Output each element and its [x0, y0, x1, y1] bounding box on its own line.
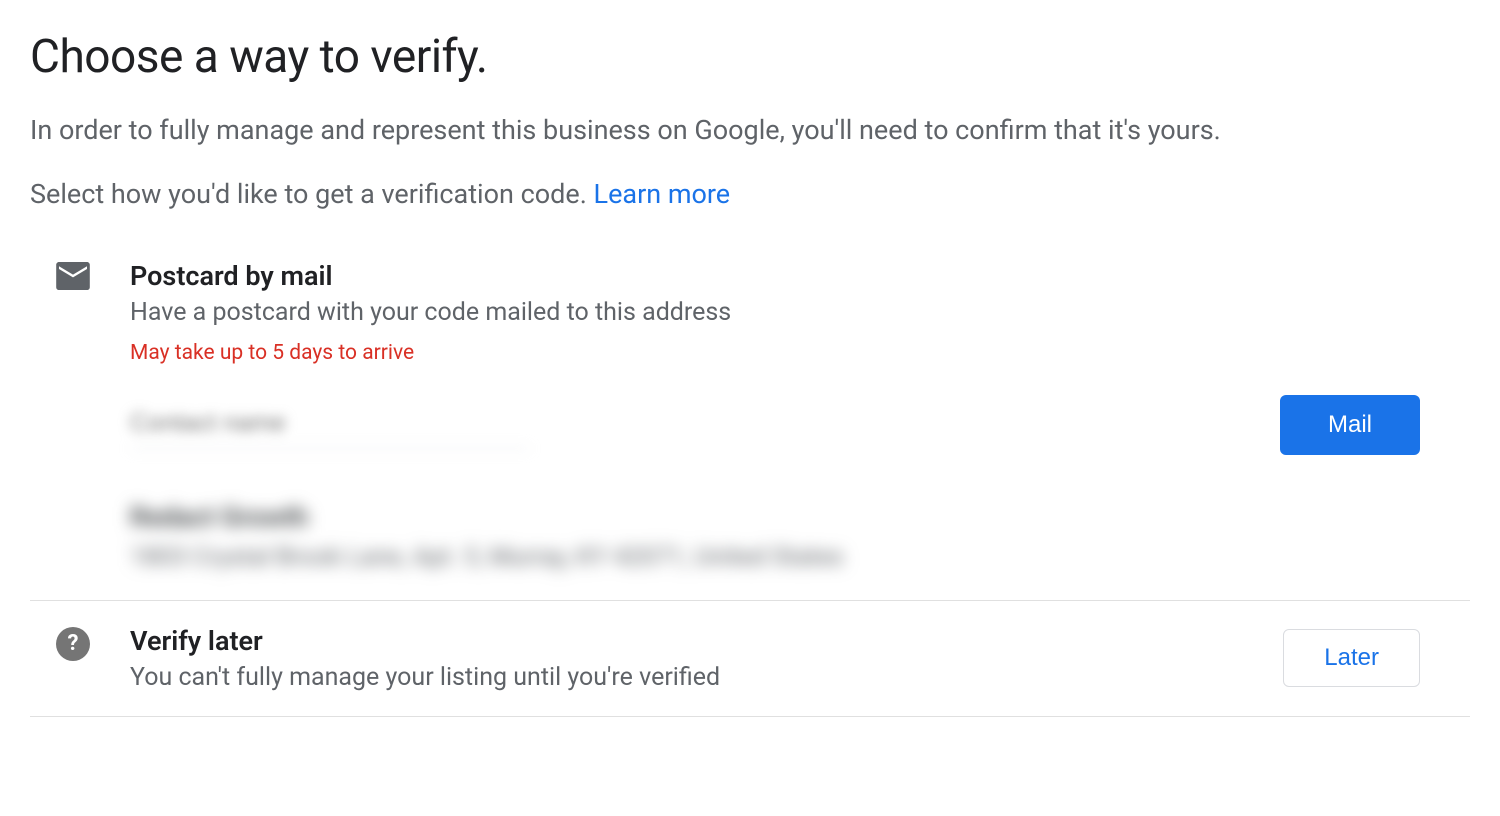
- later-description: You can't fully manage your listing unti…: [130, 663, 1283, 692]
- postcard-option: Postcard by mail Have a postcard with yo…: [30, 260, 1470, 600]
- mail-button[interactable]: Mail: [1280, 395, 1420, 455]
- mail-icon-col: [56, 260, 104, 294]
- learn-more-link[interactable]: Learn more: [594, 178, 731, 210]
- postcard-warning: May take up to 5 days to arrive: [130, 341, 1470, 365]
- postcard-content: Postcard by mail Have a postcard with yo…: [104, 260, 1470, 600]
- divider-bottom: [30, 716, 1470, 717]
- verify-later-option: ? Verify later You can't fully manage yo…: [30, 601, 1470, 716]
- help-icon-col: ?: [56, 625, 104, 661]
- postcard-title: Postcard by mail: [130, 260, 1470, 292]
- later-title: Verify later: [130, 625, 1283, 657]
- contact-name-input[interactable]: [130, 401, 530, 449]
- later-content: Verify later You can't fully manage your…: [104, 625, 1283, 692]
- help-icon: ?: [56, 627, 90, 661]
- instruction-text: Select how you'd like to get a verificat…: [30, 178, 594, 210]
- later-button[interactable]: Later: [1283, 629, 1420, 687]
- postcard-description: Have a postcard with your code mailed to…: [130, 298, 1470, 327]
- postcard-input-row: Mail: [130, 395, 1470, 455]
- redacted-business-name: Redact Growth: [130, 501, 1470, 533]
- redacted-address-block: Redact Growth 1803 Crystal Brook Lane, A…: [130, 501, 1470, 572]
- mail-icon: [56, 275, 90, 294]
- instruction-row: Select how you'd like to get a verificat…: [30, 178, 1470, 210]
- page-title: Choose a way to verify.: [30, 30, 1470, 84]
- page-subtitle: In order to fully manage and represent t…: [30, 112, 1470, 150]
- redacted-address: 1803 Crystal Brook Lane, Apt. 5, Murray,…: [130, 543, 1470, 572]
